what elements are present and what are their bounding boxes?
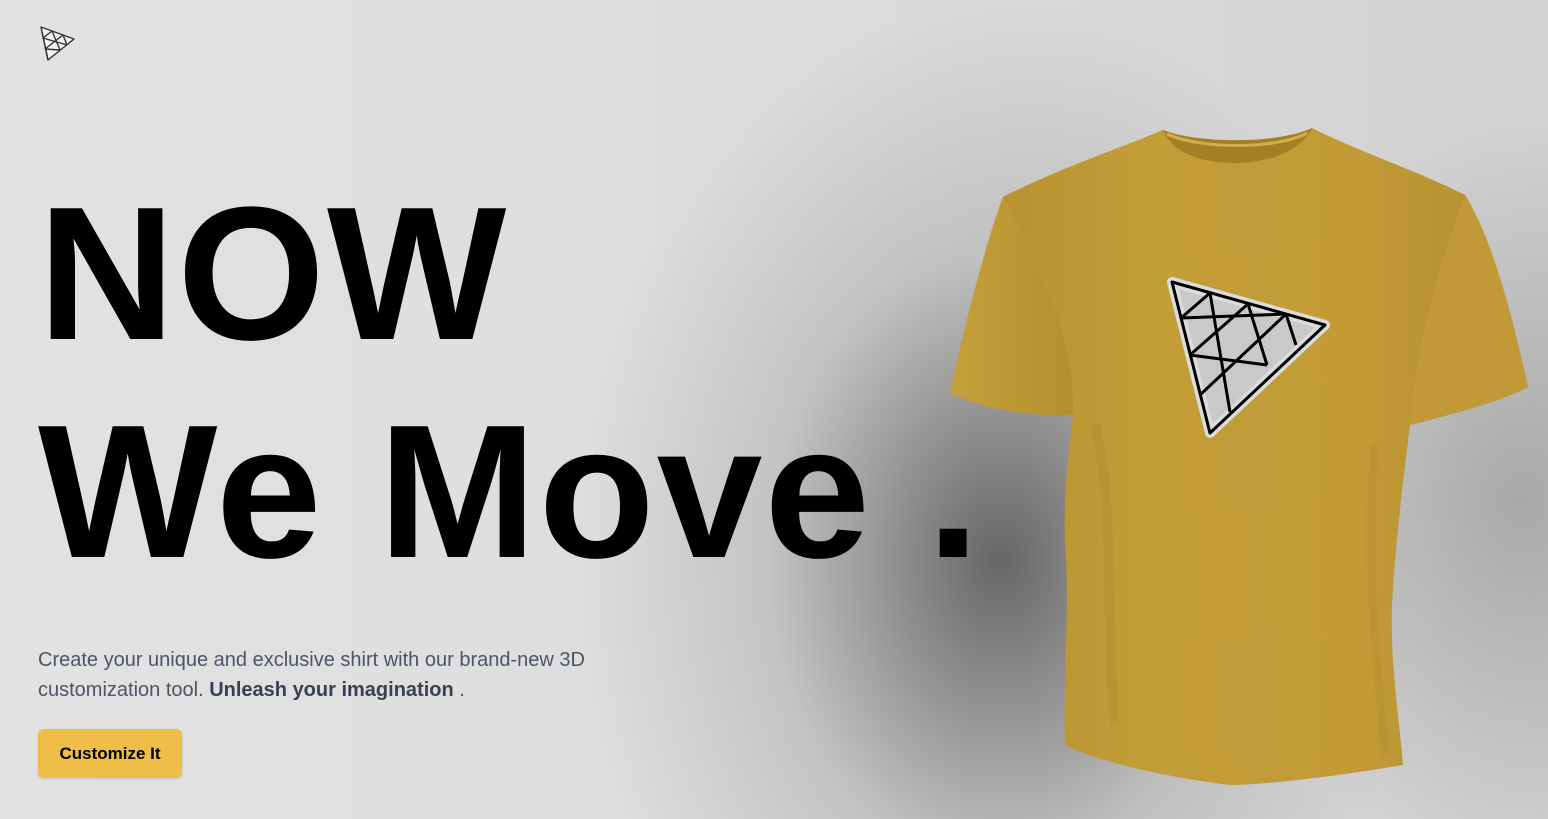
- hero-headline: NOW We Move .: [38, 165, 982, 601]
- customize-it-button[interactable]: Customize It: [38, 729, 182, 778]
- description-emphasis: Unleash your imagination: [209, 679, 454, 701]
- hero-description: Create your unique and exclusive shirt w…: [38, 645, 618, 705]
- headline-line-1: NOW: [38, 168, 509, 380]
- logo-icon[interactable]: [38, 24, 78, 64]
- description-suffix: .: [459, 679, 465, 701]
- tshirt-3d-preview[interactable]: [945, 125, 1535, 795]
- headline-line-2: We Move .: [38, 386, 982, 598]
